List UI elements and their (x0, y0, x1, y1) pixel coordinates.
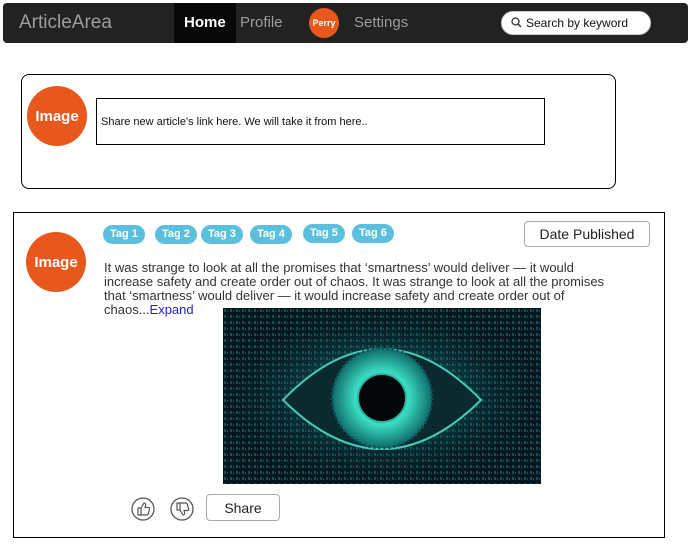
share-button[interactable]: Share (206, 494, 280, 521)
date-published-label: Date Published (539, 226, 635, 242)
thumbs-down-icon[interactable] (170, 497, 194, 521)
search-input[interactable] (526, 14, 644, 32)
tag-5[interactable]: Tag 5 (303, 224, 345, 243)
nav-settings[interactable]: Settings (344, 3, 418, 43)
expand-link[interactable]: Expand (150, 302, 194, 317)
article-image (223, 308, 541, 484)
tag-1[interactable]: Tag 1 (103, 225, 145, 244)
thumbs-up-icon[interactable] (131, 497, 155, 521)
digital-eye-icon (223, 308, 541, 484)
article-card: Image Tag 1 Tag 2 Tag 3 Tag 4 Tag 5 Tag … (13, 212, 665, 538)
share-button-label: Share (224, 499, 262, 516)
search-box (501, 11, 651, 35)
tag-3[interactable]: Tag 3 (201, 225, 243, 244)
share-avatar-label: Image (35, 107, 79, 125)
nav-home[interactable]: Home (174, 3, 236, 43)
user-avatar-label: Perry (312, 18, 336, 28)
tag-4[interactable]: Tag 4 (250, 225, 292, 244)
top-navbar: ArticleArea Home Profile Perry Settings (3, 3, 688, 43)
tag-2[interactable]: Tag 2 (155, 225, 197, 244)
nav-profile[interactable]: Profile (230, 3, 293, 43)
tag-6[interactable]: Tag 6 (352, 224, 394, 243)
date-published-button[interactable]: Date Published (524, 221, 650, 247)
article-avatar-label: Image (34, 253, 78, 271)
share-avatar: Image (27, 86, 87, 146)
search-icon (511, 17, 522, 28)
article-avatar: Image (26, 232, 86, 292)
share-article-card: Image (21, 74, 616, 189)
user-avatar[interactable]: Perry (309, 8, 339, 38)
brand-logo[interactable]: ArticleArea (19, 12, 112, 34)
share-link-input[interactable] (96, 98, 545, 145)
